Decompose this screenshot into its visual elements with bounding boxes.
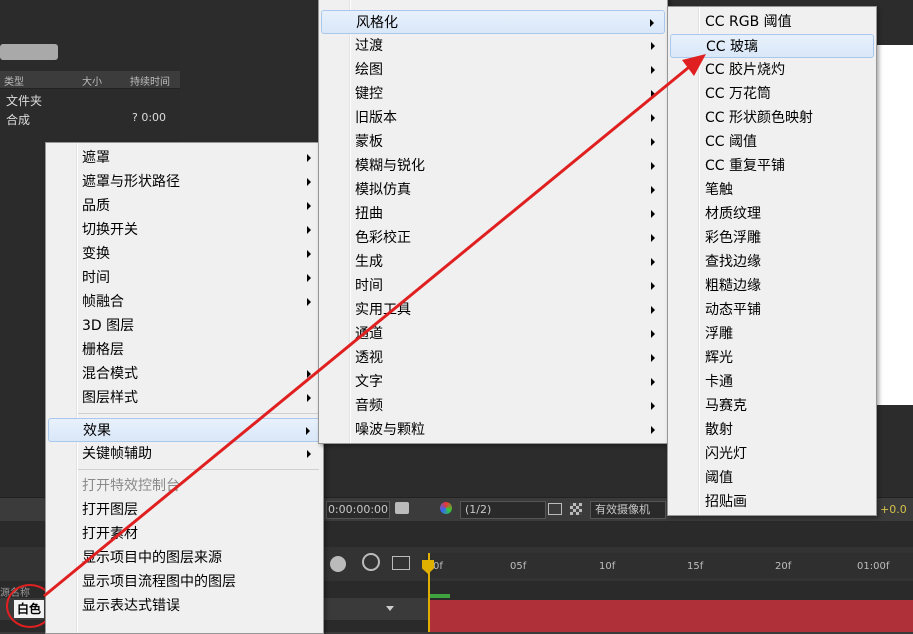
annotation-arrow-head: [682, 54, 706, 76]
annotation-arrow: [43, 54, 706, 598]
annotation-arrow-line: [43, 61, 695, 598]
